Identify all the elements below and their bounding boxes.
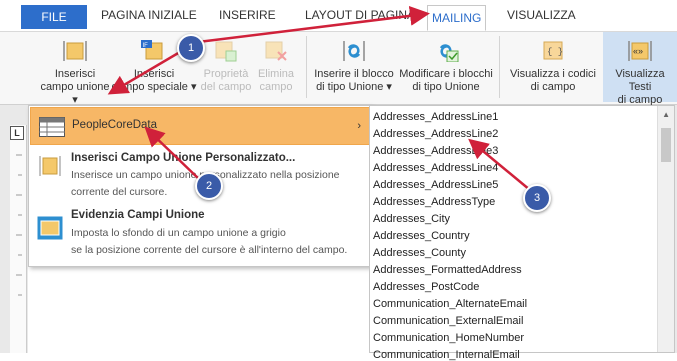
field-item[interactable]: Addresses_AddressLine5 [373,179,498,191]
insert-special-field-line2: campo speciale ▾ [111,81,197,93]
custom-field-icon [39,155,61,177]
field-item[interactable]: Communication_InternalEmail [373,349,520,361]
menu-tab-bar: FILE PAGINA INIZIALE INSERIRE LAYOUT DI … [0,0,677,32]
field-text-icon: «» [627,40,653,62]
tab-mailing[interactable]: MAILING [427,5,487,31]
show-field-text-line1: Visualizza Testi [615,68,665,93]
field-item[interactable]: Addresses_City [373,213,450,225]
tab-home[interactable]: PAGINA INIZIALE [101,8,197,22]
ribbon: Inserisci campo unione ▾ IF Inserisci ca… [0,32,677,106]
tab-insert[interactable]: INSERIRE [219,8,276,22]
callout-badge-2: 2 [195,172,223,200]
highlight-fields-desc-2: se la posizione corrente del cursore è a… [71,244,348,256]
merge-field-list: Addresses_AddressLine1 Addresses_Address… [369,105,675,361]
vertical-ruler [10,125,27,353]
merge-field-icon [62,40,88,62]
insert-union-block-button[interactable]: Inserire il blocco di tipo Unione ▾ [310,32,398,102]
scrollbar-thumb[interactable] [661,128,671,162]
tab-view[interactable]: VISUALIZZA [507,8,576,22]
table-icon [39,117,65,137]
ribbon-separator [499,36,500,98]
insert-merge-field-line2: campo unione ▾ [40,81,110,106]
field-properties-icon [213,40,239,62]
field-item[interactable]: Addresses_AddressLine1 [373,111,498,123]
datasource-label: PeopleCoreData [72,119,158,131]
field-item[interactable]: Addresses_AddressLine2 [373,128,498,140]
ribbon-separator [306,36,307,98]
highlight-fields-title: Evidenzia Campi Unione [71,209,205,221]
delete-field-icon [263,40,289,62]
highlight-fields-desc-1: Imposta lo sfondo di un campo unione a g… [71,227,286,239]
union-block-icon [341,40,367,62]
delete-field-line1: Elimina [257,68,295,80]
field-item[interactable]: Addresses_PostCode [373,281,479,293]
field-item[interactable]: Communication_AlternateEmail [373,298,527,310]
custom-field-title: Inserisci Campo Unione Personalizzato... [71,152,296,164]
modify-union-blocks-line1: Modificare i blocchi [399,68,493,80]
field-properties-line1: Proprietà [203,68,249,80]
field-item[interactable]: Addresses_Country [373,230,470,242]
show-field-codes-line2: di campo [530,81,576,93]
callout-badge-3: 3 [523,184,551,212]
field-properties-line2: del campo [200,81,252,93]
insert-union-block-line2: di tipo Unione ▾ [316,81,392,93]
modify-union-blocks-icon [433,40,459,63]
highlight-fields-item[interactable]: Evidenzia Campi Unione Imposta lo sfondo… [30,206,370,264]
field-codes-icon: { } [540,40,566,62]
field-item[interactable]: Addresses_AddressType [373,196,495,208]
custom-field-desc-2: corrente del cursore. [71,186,168,198]
field-codes-glyph: { } [547,47,563,57]
datasource-menu-item[interactable]: PeopleCoreData › [30,107,370,145]
field-properties-button[interactable]: Proprietà del campo [200,32,252,102]
callout-badge-1: 1 [177,34,205,62]
tab-layout[interactable]: LAYOUT DI PAGINA [305,8,415,22]
show-field-codes-line1: Visualizza i codici [509,68,596,80]
special-field-icon: IF [141,40,167,62]
highlight-fields-icon [37,216,63,240]
insert-special-field-line1: Inserisci [133,68,175,80]
submenu-arrow-icon: › [357,120,361,132]
tab-file[interactable]: FILE [21,5,87,29]
field-item[interactable]: Addresses_County [373,247,466,259]
insert-merge-field-button[interactable]: Inserisci campo unione ▾ [40,32,110,106]
delete-field-line2: campo [259,81,293,93]
modify-union-blocks-line2: di tipo Unione [412,81,480,93]
field-item[interactable]: Communication_HomeNumber [373,332,524,344]
field-item[interactable]: Addresses_FormattedAddress [373,264,522,276]
insert-union-block-line1: Inserire il blocco [314,68,394,80]
ruler-tab-selector[interactable]: L [10,126,24,140]
insert-merge-field-line1: Inserisci [54,68,96,80]
field-item[interactable]: Communication_ExternalEmail [373,315,523,327]
scroll-up-icon[interactable]: ▲ [662,110,670,119]
modify-union-blocks-button[interactable]: Modificare i blocchi di tipo Unione [398,32,494,102]
show-field-codes-button[interactable]: { } Visualizza i codici di campo [505,32,601,102]
field-text-glyph: «» [633,46,643,56]
delete-field-button[interactable]: Elimina campo [254,32,298,102]
if-badge-text: IF [143,43,149,49]
field-item[interactable]: Addresses_AddressLine4 [373,162,498,174]
field-list-scrollbar[interactable]: ▲ [657,106,674,352]
field-item[interactable]: Addresses_AddressLine3 [373,145,498,157]
show-field-text-button[interactable]: «» Visualizza Testi di campo [603,32,677,106]
